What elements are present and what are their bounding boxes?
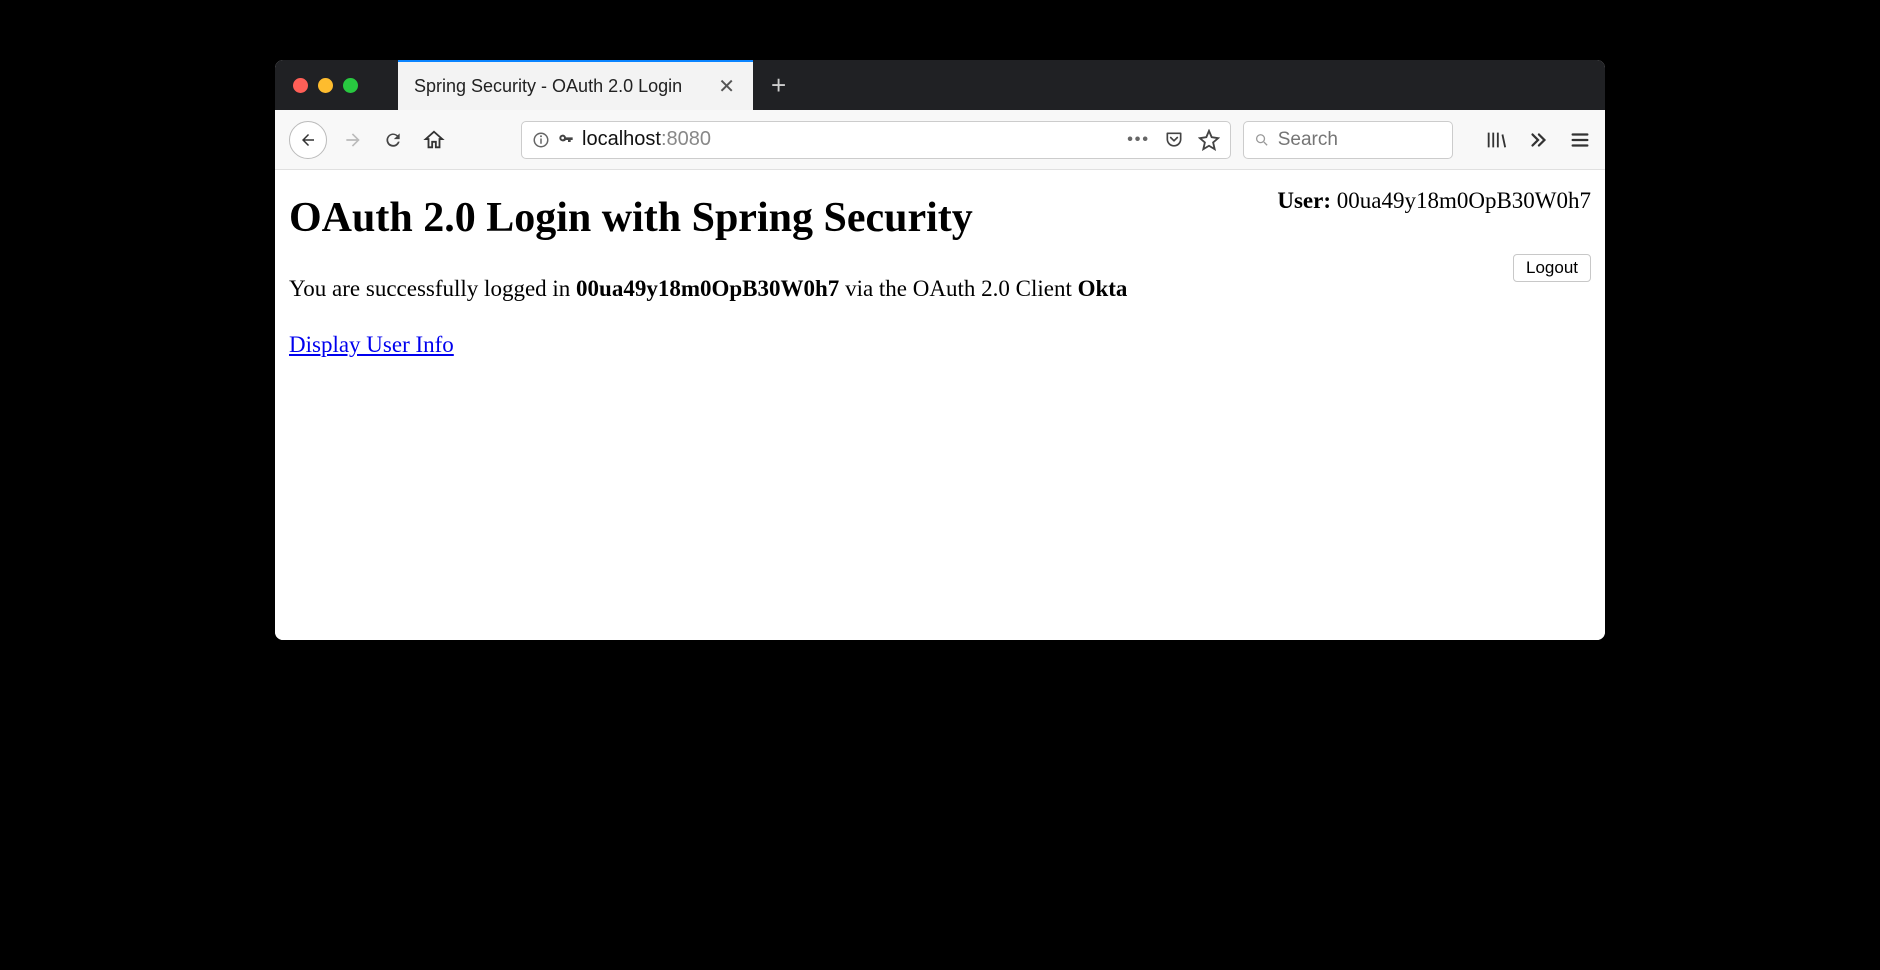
new-tab-button[interactable]: + [771,72,786,98]
user-info-block: User: 00ua49y18m0OpB30W0h7 Logout [1277,188,1591,282]
user-label: User: [1277,188,1336,213]
toolbar-right [1485,129,1591,151]
search-bar[interactable] [1243,121,1453,159]
display-user-info-link[interactable]: Display User Info [289,332,454,357]
status-client: Okta [1078,276,1128,301]
close-tab-icon[interactable]: ✕ [716,74,737,99]
bookmark-star-icon[interactable] [1198,129,1220,151]
status-mid: via the OAuth 2.0 Client [839,276,1077,301]
pocket-icon[interactable] [1164,130,1184,150]
forward-button [339,126,367,154]
browser-tab[interactable]: Spring Security - OAuth 2.0 Login ✕ [398,60,753,110]
url-host: localhost [582,128,661,150]
key-icon [558,132,574,148]
reload-icon [383,130,403,150]
status-user: 00ua49y18m0OpB30W0h7 [576,276,839,301]
status-prefix: You are successfully logged in [289,276,576,301]
search-input[interactable] [1278,129,1442,151]
tab-bar: Spring Security - OAuth 2.0 Login ✕ + [275,60,1605,110]
maximize-window-button[interactable] [343,78,358,93]
logout-button[interactable]: Logout [1513,254,1591,282]
minimize-window-button[interactable] [318,78,333,93]
overflow-icon[interactable] [1527,129,1549,151]
address-bar[interactable]: localhost:8080 ••• [521,121,1231,159]
close-window-button[interactable] [293,78,308,93]
more-icon[interactable]: ••• [1127,131,1150,149]
arrow-right-icon [343,130,363,150]
menu-icon[interactable] [1569,129,1591,151]
search-icon [1254,131,1270,149]
home-icon [423,129,445,151]
user-line: User: 00ua49y18m0OpB30W0h7 [1277,188,1591,214]
url-text: localhost:8080 [582,128,711,151]
back-button[interactable] [289,121,327,159]
library-icon[interactable] [1485,129,1507,151]
user-id: 00ua49y18m0OpB30W0h7 [1337,188,1591,213]
url-actions: ••• [1127,129,1220,151]
info-icon[interactable] [532,131,550,149]
page-content: User: 00ua49y18m0OpB30W0h7 Logout OAuth … [275,170,1605,640]
url-port: :8080 [661,128,711,150]
arrow-left-icon [299,131,317,149]
window-controls [293,78,358,93]
toolbar: localhost:8080 ••• [275,110,1605,170]
tab-title: Spring Security - OAuth 2.0 Login [414,76,702,97]
browser-window: Spring Security - OAuth 2.0 Login ✕ + lo… [275,60,1605,640]
home-button[interactable] [419,125,449,155]
reload-button[interactable] [379,126,407,154]
